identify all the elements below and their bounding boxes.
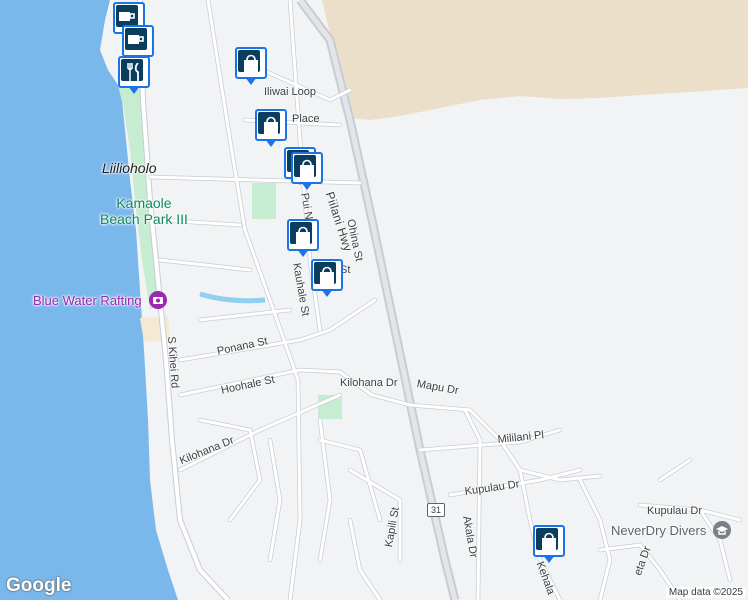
poi-blue-water-rafting[interactable]: Blue Water Rafting [33,291,168,309]
shopping-bag-icon [244,54,258,72]
place-label-liiholo: Liilioholo [102,160,157,176]
pond [199,291,266,304]
marker-shopping[interactable] [291,152,327,192]
street-label-kupulau-east: Kupulau Dr [647,505,703,517]
marker-shopping[interactable] [255,109,291,149]
marker-restaurant[interactable] [118,56,154,96]
marker-shopping[interactable] [311,259,347,299]
shopping-bag-icon [320,266,334,284]
camera-icon [149,291,168,309]
poi-neverdry-divers[interactable]: NeverDry Divers [611,521,731,539]
shopping-bag-icon [542,532,556,550]
street-label-place: Place [292,113,320,125]
park-patch-north [252,183,276,219]
marker-shopping[interactable] [235,47,271,87]
shopping-bag-icon [300,159,314,177]
upland-area [322,0,748,120]
google-logo[interactable]: Google [6,575,71,597]
marker-shopping[interactable] [533,525,569,565]
street-label-kilohana-east: Kilohana Dr [340,377,398,389]
restaurant-icon [127,63,139,81]
park-label-line1: Kamaole [116,195,172,211]
map-attribution[interactable]: Map data ©2025 [665,587,746,598]
map-canvas[interactable]: Liilioholo Kamaole Beach Park III Blue W… [0,0,748,600]
route-shield: 31 [427,503,445,517]
shopping-bag-icon [296,226,310,244]
cafe-icon [128,35,144,44]
poi-label: NeverDry Divers [611,523,707,538]
park-label-kamaole[interactable]: Kamaole Beach Park III [100,195,188,227]
cafe-icon [119,12,135,21]
school-icon [712,521,731,539]
marker-shopping[interactable] [287,219,323,259]
shopping-bag-icon [264,116,278,134]
park-label-line2: Beach Park III [100,211,188,227]
street-label-iliwai-loop: Iliwai Loop [264,86,316,98]
poi-label: Blue Water Rafting [33,293,142,308]
